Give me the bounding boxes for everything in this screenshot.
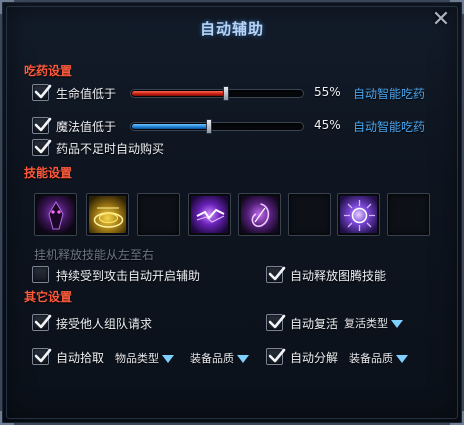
frame-corner (450, 411, 464, 425)
hp-slider[interactable] (130, 86, 304, 101)
window-title: 自动辅助 (199, 20, 264, 38)
auto-pickup-label: 自动拾取 (56, 351, 105, 365)
continuous-attack-checkbox[interactable] (32, 266, 49, 283)
close-icon[interactable]: ✕ (430, 9, 452, 32)
empty-skill-slot[interactable] (137, 193, 180, 236)
empty-skill-slot[interactable] (387, 193, 430, 236)
mp-slider-fill (132, 124, 209, 129)
auto-pickup-checkbox[interactable] (32, 348, 52, 365)
checkmark-icon (268, 314, 286, 329)
checkmark-icon (268, 266, 286, 281)
checkmark-icon (34, 139, 52, 154)
auto-revive-label: 自动复活 (290, 317, 339, 331)
revive-type-label: 复活类型 (344, 317, 388, 330)
totem-checkbox[interactable] (266, 266, 286, 283)
mp-label: 魔法值低于 (56, 120, 117, 134)
totem-label: 自动释放图腾技能 (290, 269, 387, 283)
mp-checkbox[interactable] (32, 117, 52, 134)
hp-checkbox[interactable] (32, 84, 52, 101)
checkmark-icon (268, 348, 286, 363)
item-type-dropdown[interactable]: 物品类型 (115, 350, 174, 366)
dropdown-arrow-icon (237, 355, 249, 363)
auto-decompose-checkbox[interactable] (266, 348, 286, 365)
hp-slider-handle[interactable] (223, 86, 229, 101)
accept-team-checkbox[interactable] (32, 314, 52, 331)
pickup-quality-label: 装备品质 (190, 352, 234, 365)
dropdown-arrow-icon (396, 355, 408, 363)
hp-smart-potion-link[interactable]: 自动智能吃药 (353, 85, 425, 102)
section-potion: 吃药设置 (24, 64, 73, 78)
decompose-quality-dropdown[interactable]: 装备品质 (349, 350, 408, 366)
empty-skill-slot[interactable] (288, 193, 331, 236)
section-skills: 技能设置 (24, 166, 73, 180)
checkmark-icon (34, 84, 52, 99)
item-type-label: 物品类型 (115, 352, 159, 365)
checkmark-icon (34, 348, 52, 363)
skill-slot[interactable] (188, 193, 231, 236)
mp-percent: 45% (314, 118, 341, 132)
skill-slot[interactable] (86, 193, 129, 236)
arcane-burst-skill-icon (340, 196, 377, 233)
checkmark-icon (34, 117, 52, 132)
decompose-quality-label: 装备品质 (349, 352, 393, 365)
auto-buy-checkbox[interactable] (32, 139, 52, 156)
mp-smart-potion-link[interactable]: 自动智能吃药 (353, 118, 425, 135)
mp-slider[interactable] (130, 119, 304, 134)
dropdown-arrow-icon (391, 320, 403, 328)
auto-buy-label: 药品不足时自动购买 (56, 142, 165, 156)
continuous-attack-label: 持续受到攻击自动开启辅助 (56, 269, 201, 283)
frame-corner (0, 0, 14, 14)
violet-whirl-skill-icon (241, 196, 278, 233)
dark-demon-skill-icon (37, 196, 74, 233)
accept-team-label: 接受他人组队请求 (56, 317, 153, 331)
skill-slot[interactable] (34, 193, 77, 236)
frame-corner (0, 411, 14, 425)
auto-decompose-label: 自动分解 (290, 351, 339, 365)
auto-revive-checkbox[interactable] (266, 314, 286, 331)
auto-assist-panel: 自动辅助 ✕ 吃药设置 生命值低于 55% 自动智能吃药 魔法值低于 45% 自… (0, 0, 464, 425)
mp-slider-handle[interactable] (206, 119, 212, 134)
hp-percent: 55% (314, 85, 341, 99)
hp-label: 生命值低于 (56, 87, 117, 101)
purple-lightning-skill-icon (191, 196, 228, 233)
skill-slot[interactable] (238, 193, 281, 236)
checkmark-icon (34, 314, 52, 329)
section-other: 其它设置 (24, 290, 73, 304)
dropdown-arrow-icon (162, 355, 174, 363)
revive-type-dropdown[interactable]: 复活类型 (344, 315, 403, 331)
golden-shield-skill-icon (89, 196, 126, 233)
frame-corner (450, 0, 464, 14)
pickup-quality-dropdown[interactable]: 装备品质 (190, 350, 249, 366)
hp-slider-fill (132, 91, 226, 96)
skill-order-hint: 挂机释放技能从左至右 (34, 248, 155, 262)
skill-slot[interactable] (337, 193, 380, 236)
